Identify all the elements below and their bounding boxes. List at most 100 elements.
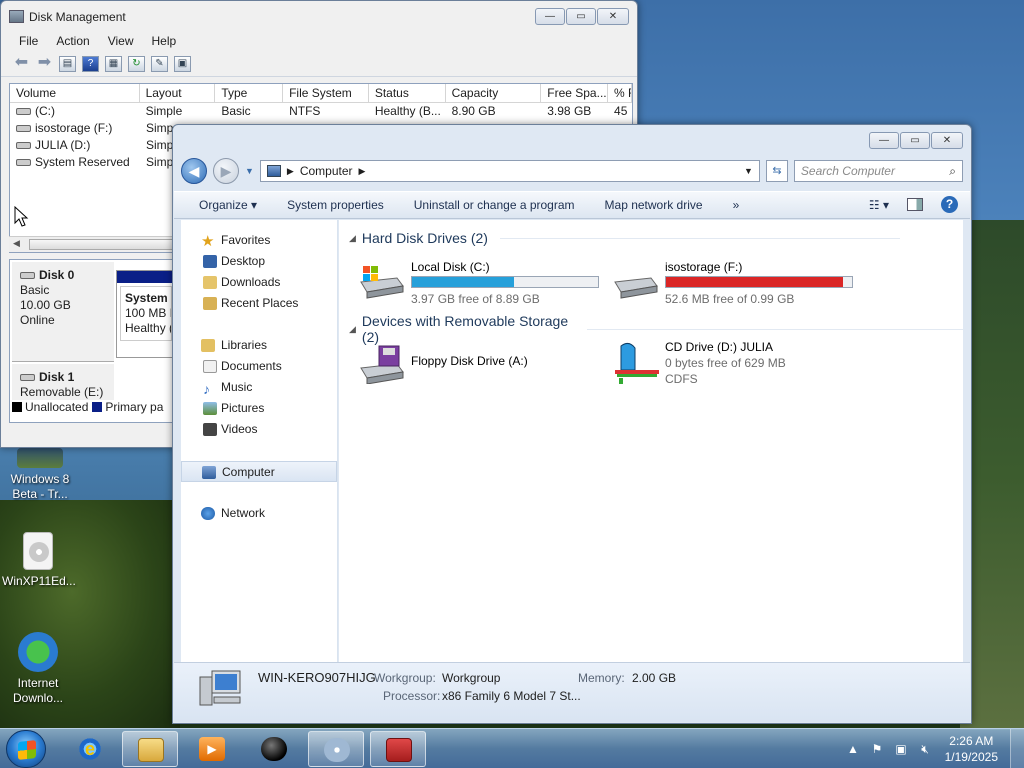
collapse-icon[interactable]: ◢ [349,324,356,335]
minimize-button[interactable]: — [869,132,899,149]
nav-documents[interactable]: Documents [181,356,337,377]
menu-action[interactable]: Action [56,34,89,48]
nav-downloads[interactable]: Downloads [181,272,337,293]
drive-name: CD Drive (D:) JULIA [665,340,774,354]
nav-libraries[interactable]: Libraries [181,335,337,356]
minimize-button[interactable]: — [535,8,565,25]
organize-button[interactable]: Organize ▾ [199,198,257,212]
disk-icon[interactable]: ▣ [174,55,191,72]
volume-muted-icon[interactable]: 🔇︎ [918,742,932,756]
menu-help[interactable]: Help [152,34,177,48]
downloads-icon [203,276,217,289]
nav-favorites[interactable]: ★ Favorites [181,230,337,251]
settings-icon[interactable]: ✎ [151,55,168,72]
more-commands-button[interactable]: » [733,198,740,212]
start-button[interactable] [6,730,46,768]
column-status[interactable]: Status [369,84,446,102]
disk1-label[interactable]: Disk 1 Removable (E:) [12,364,114,400]
show-desktop-button[interactable] [1010,729,1024,768]
scrollbar-thumb[interactable] [29,239,179,250]
map-network-drive-button[interactable]: Map network drive [605,198,703,212]
drive-tile-c[interactable]: Local Disk (C:) 3.97 GB free of 8.89 GB [357,258,607,308]
properties-icon[interactable]: ▤ [59,55,76,72]
search-icon[interactable]: ⌕ [949,164,956,179]
breadcrumb-arrow-icon[interactable]: ▶ [287,166,294,177]
system-properties-button[interactable]: System properties [287,198,384,212]
disk0-label[interactable]: Disk 0 Basic 10.00 GB Online [12,262,114,362]
workgroup-value: Workgroup [442,671,501,685]
view-icon[interactable]: ▦ [105,55,122,72]
taskbar-toolbox[interactable] [370,731,426,767]
column-layout[interactable]: Layout [140,84,216,102]
processor-label: Processor: [383,689,441,703]
search-input[interactable]: Search Computer ⌕ [793,160,963,182]
forward-icon[interactable]: ➡ [36,54,53,72]
column-type[interactable]: Type [215,84,284,102]
back-button[interactable]: ◀ [181,158,207,184]
column-free-space[interactable]: Free Spa... [541,84,609,102]
volume-list-header: Volume Layout Type File System Status Ca… [10,84,632,103]
back-icon[interactable]: ⬅ [13,54,30,72]
taskbar-explorer[interactable] [122,731,178,767]
toolbox-icon [386,738,412,762]
help-icon[interactable]: ? [82,55,99,72]
column-percent-free[interactable]: % F [608,84,632,102]
recent-pages-icon[interactable]: ▼ [245,166,254,176]
volume-file-system: NTFS [289,104,321,118]
taskbar-internet-explorer[interactable]: e [62,731,118,767]
table-row[interactable]: (C:) Simple Basic NTFS Healthy (B... 8.9… [10,103,632,120]
desktop-icon-winxp[interactable]: WinXP11Ed... [2,532,76,589]
refresh-button[interactable]: ⇆ [765,160,788,182]
close-button[interactable]: ✕ [597,8,629,25]
refresh-icon[interactable]: ↻ [128,55,145,72]
drive-usage-fill [412,277,515,287]
nav-videos[interactable]: Videos [181,419,337,440]
menu-view[interactable]: View [108,34,134,48]
drive-tile-f[interactable]: isostorage (F:) 52.6 MB free of 0.99 GB [611,258,861,308]
address-dropdown-icon[interactable]: ▼ [744,166,753,176]
group-hard-disk-drives[interactable]: ◢ Hard Disk Drives (2) [349,230,900,246]
computer-icon [202,466,216,479]
volume-status: Healthy (B... [374,104,441,118]
nav-pictures[interactable]: Pictures [181,398,337,419]
maximize-button[interactable]: ▭ [566,8,596,25]
drive-tile-floppy[interactable]: Floppy Disk Drive (A:) [357,342,607,392]
column-capacity[interactable]: Capacity [446,84,542,102]
scroll-left-icon[interactable]: ◀ [13,238,20,249]
maximize-button[interactable]: ▭ [900,132,930,149]
network-icon[interactable]: ▣ [894,742,908,756]
uninstall-program-button[interactable]: Uninstall or change a program [414,198,575,212]
horizontal-scrollbar[interactable]: ◀ [9,236,179,252]
taskbar-disk-management[interactable] [308,731,364,767]
desktop-icon-windows8[interactable]: Windows 8 Beta - Tr... [4,448,76,502]
forward-button[interactable]: ▶ [213,158,239,184]
preview-pane-icon[interactable] [907,198,923,211]
address-bar[interactable]: ▶ Computer ▶ ▼ [259,160,760,182]
nav-network[interactable]: Network [181,503,337,524]
column-file-system[interactable]: File System [283,84,369,102]
taskbar-game[interactable] [246,731,302,767]
title-bar[interactable]: — ▭ ✕ [173,125,971,155]
help-icon[interactable]: ? [941,196,958,213]
nav-computer[interactable]: Computer [181,461,337,482]
breadcrumb-arrow-icon[interactable]: ▶ [359,166,366,177]
menu-file[interactable]: File [19,34,38,48]
title-bar[interactable]: Disk Management — ▭ ✕ [1,1,637,31]
taskbar-media-player[interactable]: ▶ [184,731,240,767]
collapse-icon[interactable]: ◢ [349,233,356,244]
show-hidden-icons-icon[interactable]: ▲ [846,742,860,756]
clock[interactable]: 2:26 AM 1/19/2025 [945,733,998,765]
nav-recent-places[interactable]: Recent Places [181,293,337,314]
drive-tile-cd[interactable]: CD Drive (D:) JULIA 0 bytes free of 629 … [611,338,861,398]
nav-music[interactable]: ♪ Music [181,377,337,398]
column-volume[interactable]: Volume [10,84,140,102]
computer-name: WIN-KERO907HIJG [258,670,376,685]
action-center-flag-icon[interactable]: ⚑ [870,742,884,756]
nav-desktop[interactable]: Desktop [181,251,337,272]
desktop-icon-idm[interactable]: Internet Downlo... [2,632,74,706]
breadcrumb-computer[interactable]: Computer [300,164,353,178]
music-icon: ♪ [203,381,210,397]
change-view-icon[interactable]: ☷ ▾ [869,198,889,212]
partition-system-reserved[interactable]: System R 100 MB N Healthy ( [116,270,176,358]
close-button[interactable]: ✕ [931,132,963,149]
